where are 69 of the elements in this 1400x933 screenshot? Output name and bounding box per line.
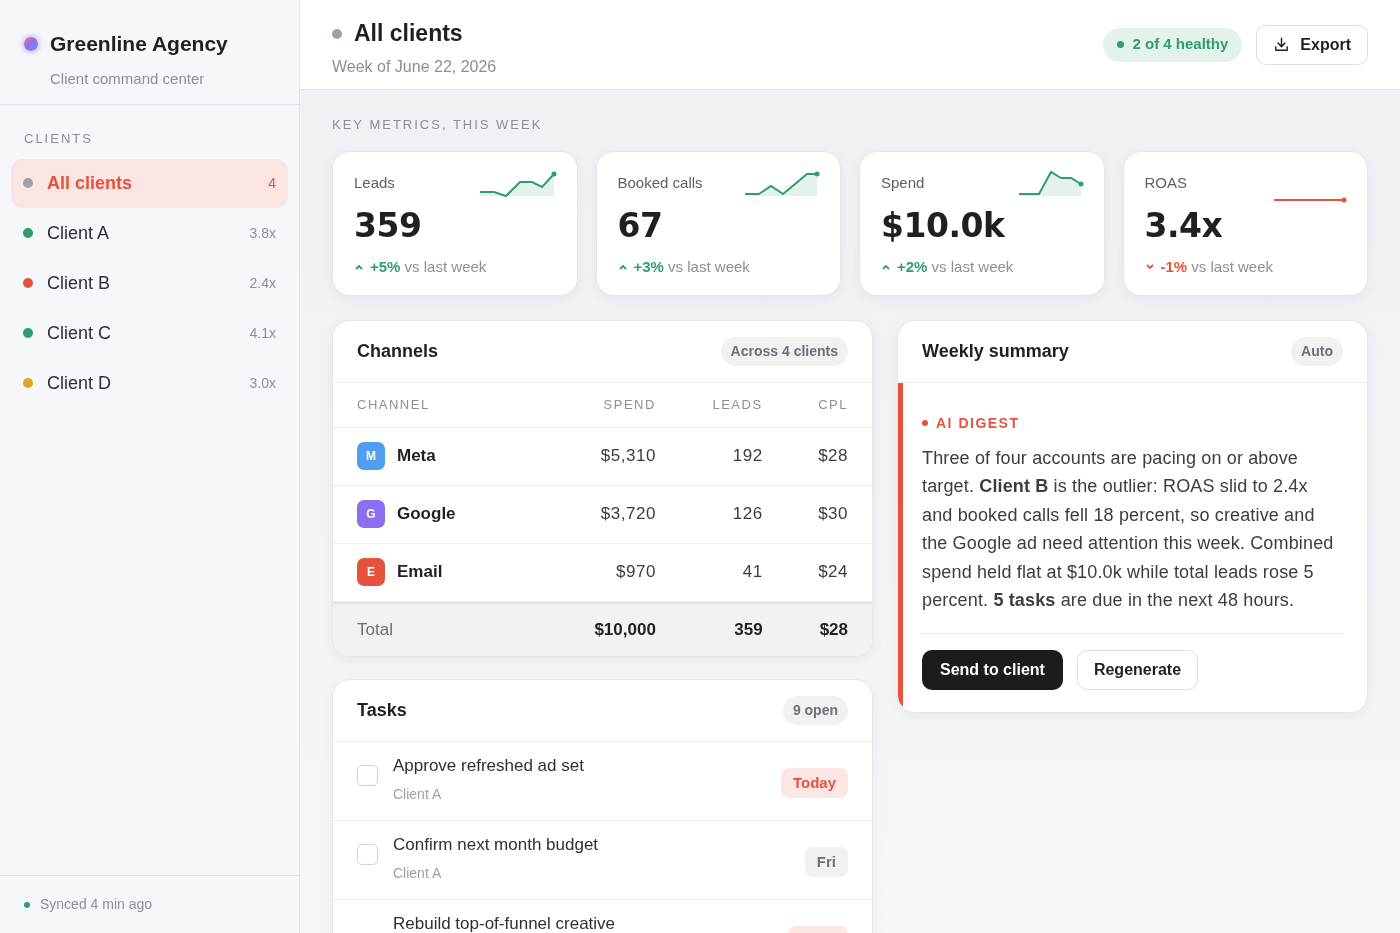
- card-badge: Auto: [1291, 336, 1343, 366]
- download-icon: [1273, 36, 1291, 53]
- brand-name: Greenline Agency: [50, 31, 228, 57]
- sidebar-item[interactable]: Client D 3.0x: [11, 358, 288, 408]
- metric-label: Leads: [354, 172, 395, 193]
- sidebar-item[interactable]: Client A 3.8x: [11, 208, 288, 258]
- card-title: Tasks: [357, 698, 407, 722]
- channel-logo: G: [357, 500, 385, 528]
- task-client: Client A: [393, 864, 442, 883]
- sidebar-item[interactable]: Client C 4.1x: [11, 308, 288, 358]
- metric-value: 359: [354, 206, 422, 246]
- metric-value: $10.0k: [881, 206, 1005, 246]
- checkbox[interactable]: [357, 764, 378, 786]
- column-header: CPL: [817, 395, 848, 414]
- table-cell-text: 359: [733, 618, 763, 641]
- send-button[interactable]: Send to client: [922, 649, 1063, 690]
- tagline: Client command center: [50, 68, 206, 89]
- table-cell-text: $5,310: [599, 445, 656, 468]
- health-badge: 2 of 4 healthy: [1103, 27, 1243, 62]
- column-header: CHANNEL: [357, 395, 431, 414]
- table-cell-text: Google: [397, 503, 456, 526]
- card-title: Weekly summary: [922, 339, 1069, 363]
- sidebar-item[interactable]: Client B 2.4x: [11, 258, 288, 308]
- section-label: CLIENTS: [23, 130, 94, 148]
- checkbox[interactable]: [357, 843, 378, 865]
- card-title: Channels: [357, 339, 439, 363]
- section-label: KEY METRICS, THIS WEEK: [332, 116, 543, 134]
- card-badge: Across 4 clients: [720, 336, 848, 366]
- due-badge: Fri: [804, 846, 848, 877]
- regenerate-button[interactable]: Regenerate: [1076, 649, 1199, 690]
- change-text: +2% vs last week: [897, 257, 1014, 277]
- change-text: -1% vs last week: [1160, 257, 1274, 277]
- table-cell-text: 41: [741, 561, 763, 584]
- table-cell-text: $24: [817, 561, 848, 584]
- logo-icon: [24, 36, 38, 51]
- metric-label: ROAS: [1144, 172, 1187, 193]
- change-text: +5% vs last week: [370, 257, 487, 277]
- metric-label: Spend: [881, 172, 925, 193]
- card-badge: 9 open: [782, 695, 848, 725]
- sync-status: Synced 4 min ago: [40, 895, 153, 914]
- change-text: +3% vs last week: [633, 257, 750, 277]
- task-title: Confirm next month budget: [393, 833, 599, 856]
- metric-value: 3.4x: [1144, 206, 1223, 246]
- table-cell-text: $10,000: [593, 618, 656, 641]
- channel-logo: M: [357, 442, 385, 470]
- table-cell-text: $970: [615, 561, 656, 584]
- column-header: SPEND: [602, 395, 656, 414]
- export-button[interactable]: Export: [1256, 24, 1368, 65]
- metric-label: Booked calls: [617, 172, 703, 193]
- table-cell-text: Total: [357, 618, 393, 641]
- task-title: Approve refreshed ad set: [393, 754, 584, 777]
- task-client: Client A: [393, 785, 442, 804]
- table-cell-text: $28: [817, 445, 848, 468]
- table-cell-text: $3,720: [599, 503, 656, 526]
- table-cell-text: Email: [397, 561, 443, 584]
- column-header: LEADS: [711, 395, 763, 414]
- channel-logo: E: [357, 558, 385, 586]
- due-badge: Today: [780, 767, 848, 798]
- summary-text: Three of four accounts are pacing on or above target. Client B is the outlier: ROAS slid to 2.4x and booked calls fell 18 percent, so creative and the Google ad need attention this week. Combined spend held flat at $10.0k while total leads rose 5 percent. 5 tasks are due in the next 48 hours.: [922, 446, 1335, 612]
- table-cell-text: 192: [731, 445, 763, 468]
- table-cell-text: $28: [818, 618, 848, 641]
- table-cell-text: 126: [731, 503, 763, 526]
- metric-value: 67: [617, 206, 663, 246]
- page-title: All clients: [354, 19, 463, 49]
- page-subtitle: Week of June 22, 2026: [332, 56, 497, 77]
- task-title: Rebuild top-of-funnel creative: [393, 912, 616, 933]
- digest-label: AI DIGEST: [936, 413, 1020, 433]
- table-cell-text: $30: [817, 503, 848, 526]
- table-cell-text: Meta: [397, 445, 436, 468]
